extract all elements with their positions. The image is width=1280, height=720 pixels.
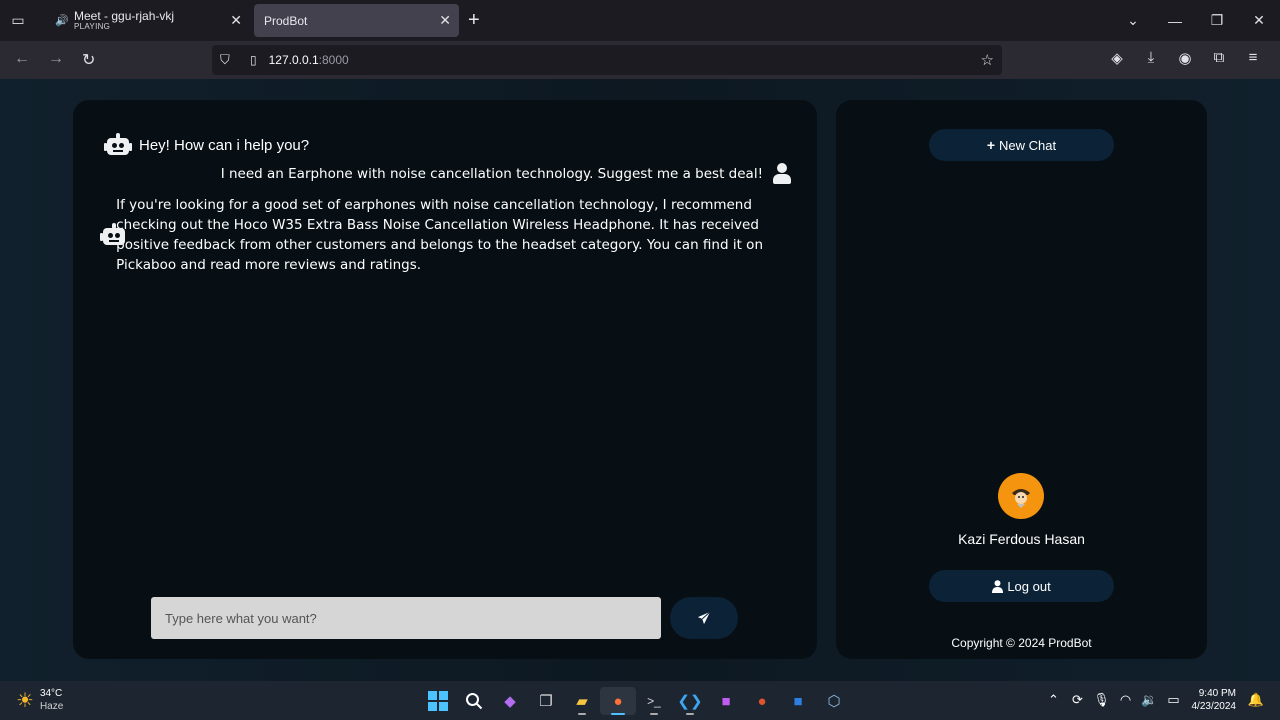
- new-chat-label: New Chat: [999, 137, 1057, 153]
- start-icon[interactable]: [420, 687, 456, 715]
- chat-panel: Hey! How can i help you? I need an Earph…: [73, 100, 817, 659]
- new-chat-button[interactable]: + New Chat: [929, 129, 1114, 161]
- user-message: I need an Earphone with noise cancellati…: [221, 163, 791, 185]
- url-bar[interactable]: ⛉ ▯ 127.0.0.1:8000 ☆: [212, 45, 1002, 75]
- reload-icon[interactable]: ↻: [82, 50, 95, 70]
- copilot-icon[interactable]: ◆: [492, 687, 528, 715]
- browser-tab-bar: ▭ 🔊 Meet - ggu-rjah-vkj PLAYING ✕ ProdBo…: [0, 0, 1280, 41]
- chevron-up-icon[interactable]: ⌃: [1042, 692, 1066, 708]
- menu-icon[interactable]: ≡: [1236, 49, 1270, 67]
- tab-list-icon[interactable]: ▭: [8, 10, 28, 30]
- avatar-image-icon: [1012, 489, 1030, 508]
- send-icon: [697, 611, 711, 625]
- message-input-wrapper: [151, 597, 661, 639]
- virtualbox-icon[interactable]: ⬡: [816, 687, 852, 715]
- avatar[interactable]: [998, 473, 1044, 519]
- logout-label: Log out: [1007, 578, 1051, 594]
- clock-date: 4/23/2024: [1191, 701, 1237, 712]
- bot-greeting: Hey! How can i help you?: [104, 133, 309, 157]
- page-content: Hey! How can i help you? I need an Earph…: [0, 79, 1280, 681]
- bot-reply: If you're looking for a good set of earp…: [100, 195, 770, 275]
- username: Kazi Ferdous Hasan: [958, 531, 1085, 547]
- shield-icon[interactable]: ⛉: [220, 52, 236, 68]
- powerpoint-icon[interactable]: ●: [744, 687, 780, 715]
- send-button[interactable]: [670, 597, 738, 639]
- robot-icon: [104, 133, 132, 157]
- pocket-icon[interactable]: ◈: [1100, 49, 1134, 67]
- weather-widget[interactable]: ☀ 34°C Haze: [16, 687, 63, 713]
- user-message-text: I need an Earphone with noise cancellati…: [220, 166, 763, 182]
- logout-button[interactable]: Log out: [929, 570, 1114, 602]
- firefox-icon[interactable]: ●: [600, 687, 636, 715]
- vscode-icon[interactable]: ❮❯: [672, 687, 708, 715]
- weather-haze-icon: ☀: [16, 689, 34, 712]
- task-view-icon[interactable]: ❐: [528, 687, 564, 715]
- url-host: 127.0.0.1: [268, 53, 319, 67]
- close-tab-icon[interactable]: ✕: [230, 12, 242, 29]
- sync-icon[interactable]: ⟳: [1066, 692, 1090, 708]
- taskbar: ☀ 34°C Haze ◆ ❐ ▰ ● >_ ❮❯ ■ ● ■ ⬡ ⌃ ⟳ 🎙 …: [0, 681, 1280, 720]
- forward-icon[interactable]: →: [48, 50, 64, 68]
- plus-icon: +: [986, 137, 996, 153]
- download-icon[interactable]: ⤓: [1134, 49, 1168, 67]
- copyright-text: Copyright © 2024 ProdBot: [951, 636, 1092, 650]
- tab-subtitle: PLAYING: [74, 21, 111, 31]
- message-input[interactable]: [151, 597, 661, 639]
- meet-favicon-icon: 🔊: [55, 15, 69, 27]
- extensions-icon[interactable]: ⧉: [1202, 49, 1236, 67]
- clock-time: 9:40 PM: [1198, 688, 1236, 699]
- close-window-icon[interactable]: ✕: [1238, 12, 1280, 29]
- url-text[interactable]: 127.0.0.1:8000: [269, 53, 349, 67]
- bot-reply-text: If you're looking for a good set of earp…: [116, 197, 764, 273]
- greeting-text: Hey! How can i help you?: [139, 136, 310, 154]
- tab-title: ProdBot: [264, 13, 308, 28]
- notification-icon[interactable]: 🔔: [1244, 692, 1268, 708]
- bookmark-star-icon[interactable]: ☆: [981, 51, 994, 69]
- clock[interactable]: 9:40 PM 4/23/2024: [1192, 687, 1237, 713]
- url-port: :8000: [318, 53, 349, 67]
- temperature: 34°C: [39, 688, 63, 699]
- page-icon: ▯: [250, 53, 257, 67]
- account-icon[interactable]: ◉: [1168, 49, 1202, 67]
- volume-icon[interactable]: 🔉: [1138, 692, 1162, 708]
- weather-condition: Haze: [39, 701, 64, 712]
- user-icon: [992, 579, 1004, 593]
- browser-nav-bar: ← → ↻ ⛉ ▯ 127.0.0.1:8000 ☆ ◈ ⤓ ◉ ⧉ ≡: [0, 41, 1280, 79]
- restore-icon[interactable]: ❐: [1196, 12, 1238, 29]
- tab-prodbot[interactable]: ProdBot ✕: [254, 4, 459, 37]
- user-icon: [773, 163, 791, 185]
- terminal-icon[interactable]: >_: [636, 687, 672, 715]
- side-panel: + New Chat Kazi Ferdous Hasan Log out Co…: [836, 100, 1207, 659]
- microphone-icon[interactable]: 🎙: [1090, 692, 1114, 708]
- tab-title: Meet - ggu-rjah-vkj: [74, 9, 175, 23]
- wifi-icon[interactable]: ◠: [1114, 692, 1138, 708]
- search-icon[interactable]: [456, 687, 492, 715]
- close-tab-icon[interactable]: ✕: [439, 12, 451, 29]
- chevron-down-icon[interactable]: ⌄: [1112, 12, 1154, 29]
- back-icon[interactable]: ←: [14, 50, 30, 68]
- robot-icon: [100, 223, 125, 247]
- word-icon[interactable]: ■: [780, 687, 816, 715]
- minimize-icon[interactable]: —: [1154, 13, 1196, 29]
- battery-icon[interactable]: ▭: [1162, 692, 1186, 708]
- file-explorer-icon[interactable]: ▰: [564, 687, 600, 715]
- tab-meet[interactable]: 🔊 Meet - ggu-rjah-vkj PLAYING ✕: [44, 4, 250, 37]
- new-tab-button[interactable]: +: [468, 9, 480, 32]
- intellij-icon[interactable]: ■: [708, 687, 744, 715]
